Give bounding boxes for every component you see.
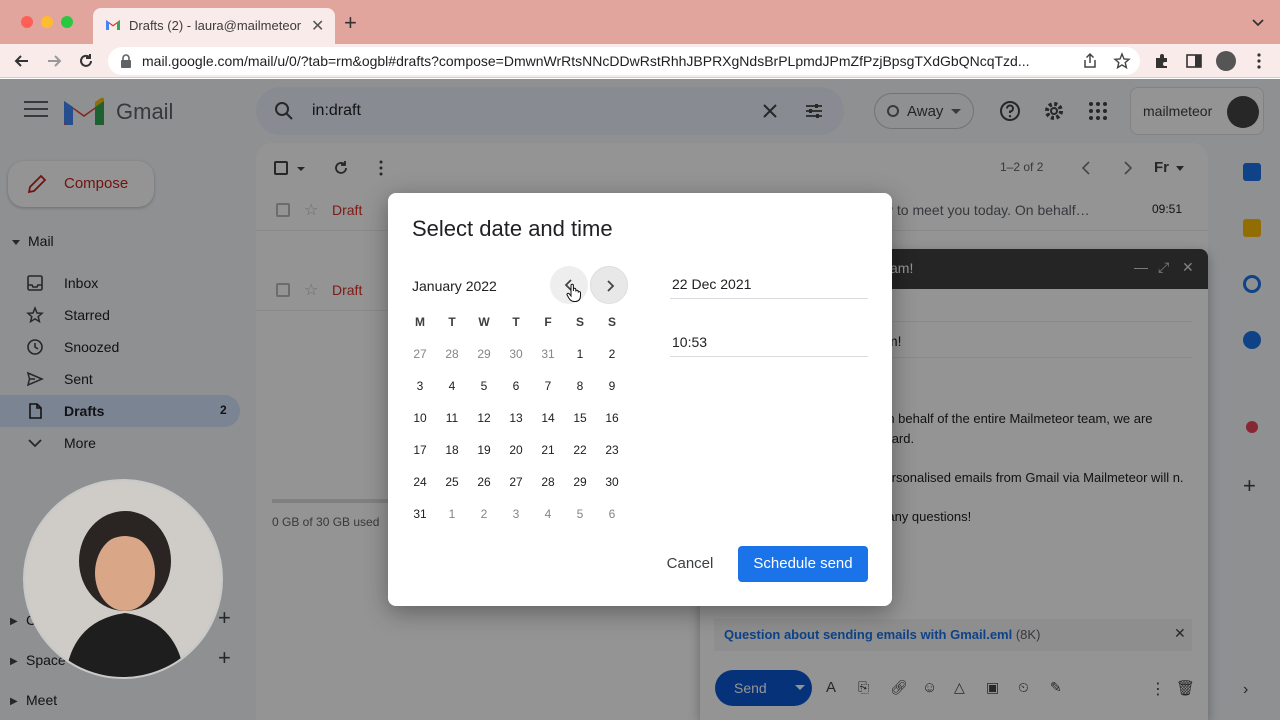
chevron-right-icon [607, 280, 615, 292]
calendar-day[interactable]: 26 [468, 470, 500, 502]
side-panel-icon[interactable] [1185, 52, 1203, 70]
calendar-day[interactable]: 3 [404, 374, 436, 406]
date-field[interactable] [670, 273, 868, 299]
calendar-day[interactable]: 22 [564, 438, 596, 470]
calendar-day[interactable]: 1 [436, 502, 468, 534]
calendar-week-row: 17 18 19 20 21 22 23 [404, 438, 628, 470]
calendar-day[interactable]: 30 [500, 342, 532, 374]
calendar-day[interactable]: 25 [436, 470, 468, 502]
calendar-day[interactable]: 2 [468, 502, 500, 534]
weekday-label: S [607, 315, 616, 329]
calendar-day[interactable]: 20 [500, 438, 532, 470]
time-field[interactable] [670, 331, 868, 357]
calendar-day[interactable]: 23 [596, 438, 628, 470]
browser-menu-icon[interactable] [1250, 52, 1268, 70]
next-month-button[interactable] [590, 266, 628, 304]
presenter-video-image [25, 481, 221, 677]
calendar-week-row: 24 25 26 27 28 29 30 [404, 470, 628, 502]
gmail-favicon-icon [106, 20, 120, 30]
weekday-label: T [512, 315, 520, 329]
time-input[interactable] [672, 331, 862, 353]
calendar-day[interactable]: 5 [468, 374, 500, 406]
browser-address-bar: mail.google.com/mail/u/0/?tab=rm&ogbl#dr… [0, 44, 1280, 78]
calendar-day[interactable]: 2 [596, 342, 628, 374]
calendar-day[interactable]: 13 [500, 406, 532, 438]
url-text: mail.google.com/mail/u/0/?tab=rm&ogbl#dr… [142, 53, 1030, 69]
calendar-day[interactable]: 27 [500, 470, 532, 502]
calendar-day[interactable]: 4 [532, 502, 564, 534]
calendar-grid: M T W T F S S 27 28 29 30 31 1 2 3 4 5 6 7 8 9 10 11 12 13 14 15 16… [404, 310, 628, 534]
schedule-send-button[interactable]: Schedule send [738, 546, 868, 582]
tab-close-icon[interactable]: ✕ [311, 16, 324, 36]
calendar-day[interactable]: 8 [564, 374, 596, 406]
calendar-day[interactable]: 3 [500, 502, 532, 534]
calendar-week-row: 31 1 2 3 4 5 6 [404, 502, 628, 534]
browser-tab-bar: Drafts (2) - laura@mailmeteor.com ✕ + [0, 0, 1280, 44]
calendar-day[interactable]: 1 [564, 342, 596, 374]
calendar-day[interactable]: 28 [436, 342, 468, 374]
browser-profile-avatar[interactable] [1216, 51, 1236, 71]
calendar-day[interactable]: 15 [564, 406, 596, 438]
calendar-day[interactable]: 18 [436, 438, 468, 470]
omnibox[interactable]: mail.google.com/mail/u/0/?tab=rm&ogbl#dr… [108, 47, 1140, 75]
browser-tab-gmail[interactable]: Drafts (2) - laura@mailmeteor.com ✕ [93, 8, 335, 44]
schedule-send-dialog: Select date and time January 2022 M T W T F S… [388, 193, 892, 606]
dialog-title: Select date and time [412, 216, 613, 241]
date-input[interactable] [672, 273, 862, 295]
calendar-day[interactable]: 6 [500, 374, 532, 406]
share-icon[interactable] [1081, 52, 1099, 70]
minimize-window-button[interactable] [41, 16, 53, 28]
calendar-day[interactable]: 5 [564, 502, 596, 534]
back-arrow-icon[interactable] [12, 51, 32, 71]
calendar-day[interactable]: 6 [596, 502, 628, 534]
calendar-day[interactable]: 24 [404, 470, 436, 502]
calendar-day[interactable]: 28 [532, 470, 564, 502]
calendar-day[interactable]: 7 [532, 374, 564, 406]
weekday-label: T [448, 315, 456, 329]
calendar-week-row: 27 28 29 30 31 1 2 [404, 342, 628, 374]
calendar-day[interactable]: 19 [468, 438, 500, 470]
weekday-header-row: MTWTFSS [404, 310, 628, 342]
new-tab-button[interactable]: + [344, 10, 357, 36]
zoom-window-button[interactable] [61, 16, 73, 28]
weekday-label: S [575, 315, 584, 329]
calendar-day[interactable]: 16 [596, 406, 628, 438]
extensions-puzzle-icon[interactable] [1153, 52, 1171, 70]
close-window-button[interactable] [21, 16, 33, 28]
calendar-day[interactable]: 17 [404, 438, 436, 470]
weekday-label: W [478, 315, 490, 329]
hand-cursor-icon [566, 283, 581, 302]
calendar-day[interactable]: 10 [404, 406, 436, 438]
cancel-button[interactable]: Cancel [652, 546, 728, 582]
tab-title: Drafts (2) - laura@mailmeteor.com [129, 18, 301, 33]
calendar-day[interactable]: 27 [404, 342, 436, 374]
calendar-day[interactable]: 31 [404, 502, 436, 534]
reload-icon[interactable] [76, 51, 96, 71]
calendar-week-row: 10 11 12 13 14 15 16 [404, 406, 628, 438]
calendar-day[interactable]: 9 [596, 374, 628, 406]
tab-search-chevron-icon[interactable] [1250, 14, 1266, 30]
calendar-day[interactable]: 21 [532, 438, 564, 470]
calendar-month-label: January 2022 [412, 278, 497, 294]
webcam-video-bubble [23, 479, 223, 679]
lock-icon [121, 54, 131, 68]
calendar-week-row: 3456789 [404, 374, 628, 406]
calendar-day[interactable]: 12 [468, 406, 500, 438]
calendar-day[interactable]: 11 [436, 406, 468, 438]
calendar-day[interactable]: 14 [532, 406, 564, 438]
weekday-label: M [415, 315, 425, 329]
forward-arrow-icon[interactable] [44, 51, 64, 71]
bookmark-star-icon[interactable] [1113, 52, 1131, 70]
calendar-day[interactable]: 30 [596, 470, 628, 502]
weekday-label: F [544, 315, 552, 329]
calendar-day[interactable]: 31 [532, 342, 564, 374]
calendar-day[interactable]: 4 [436, 374, 468, 406]
calendar-day[interactable]: 29 [564, 470, 596, 502]
calendar-day[interactable]: 29 [468, 342, 500, 374]
